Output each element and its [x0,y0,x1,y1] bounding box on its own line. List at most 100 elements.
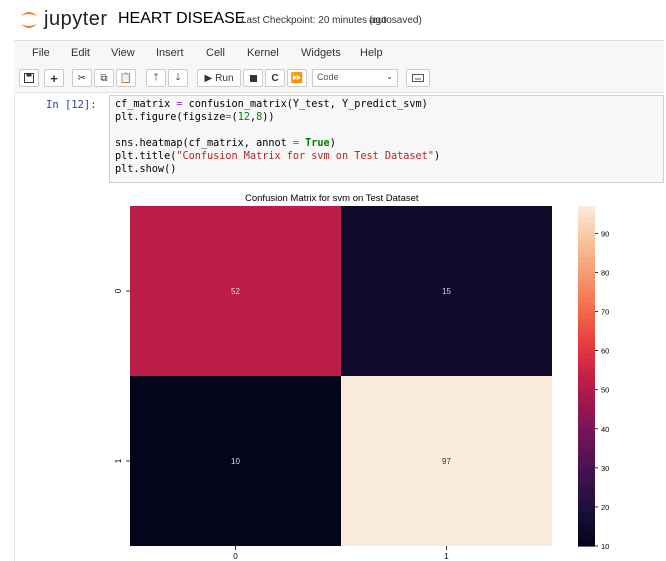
colorbar-segment [578,438,595,445]
colorbar-segment [578,223,595,230]
heatmap-value-label: 10 [231,457,240,466]
interrupt-button[interactable] [243,69,263,87]
colorbar-segment [578,517,595,524]
colorbar-segment [578,393,595,400]
colorbar-segment [578,336,595,343]
arrow-down-icon: 🡓 [175,71,181,83]
colorbar-tick-label: 70 [601,308,609,317]
x-tick-label: 0 [233,552,238,561]
colorbar-segment [578,217,595,224]
colorbar-segment [578,285,595,292]
colorbar-segment [578,296,595,303]
cell-type-select[interactable]: Code ⌄ [312,69,398,87]
colorbar-segment [578,245,595,252]
colorbar-segment [578,376,595,383]
colorbar-tick-label: 40 [601,425,609,434]
menu-file[interactable]: File [32,47,50,59]
colorbar-segment [578,251,595,258]
scissors-icon: ✂ [77,72,87,84]
colorbar-tick-label: 30 [601,464,609,473]
menu-insert[interactable]: Insert [156,47,184,59]
keyboard-icon [412,74,424,82]
colorbar-segment [578,206,595,213]
insert-cell-button[interactable]: + [44,69,64,87]
colorbar-segment [578,427,595,434]
copy-icon: ⧉ [100,72,108,84]
colorbar-tick-label: 10 [601,542,609,551]
menu-cell[interactable]: Cell [206,47,225,59]
heatmap-value-label: 15 [442,287,451,296]
colorbar-segment [578,534,595,541]
colorbar-segment [578,359,595,366]
code-cell-input[interactable]: cf_matrix = confusion_matrix(Y_test, Y_p… [109,95,664,183]
colorbar-segment [578,483,595,490]
notebook-name[interactable]: HEART DISEASE [118,10,245,28]
play-icon: ▶ [204,72,213,84]
menu-widgets[interactable]: Widgets [301,47,341,59]
colorbar-segment [578,410,595,417]
colorbar-segment [578,421,595,428]
colorbar-segment [578,472,595,479]
fast-forward-icon: ⏩ [290,72,304,84]
cell-type-value: Code [317,72,339,82]
menu-kernel[interactable]: Kernel [247,47,279,59]
heatmap-cell [130,376,341,546]
colorbar-segment [578,257,595,264]
colorbar-segment [578,279,595,286]
logo-text[interactable]: jupyter [44,8,108,31]
cut-button[interactable]: ✂ [72,69,92,87]
colorbar-segment [578,347,595,354]
menu-edit[interactable]: Edit [71,47,90,59]
heatmap-cell [130,206,341,376]
command-palette-button[interactable] [406,69,430,87]
save-button[interactable] [19,69,39,87]
colorbar-tick-label: 50 [601,386,609,395]
menu-bar: File Edit View Insert Cell Kernel Widget… [14,40,664,68]
colorbar-segment [578,302,595,309]
x-tick-label: 1 [444,552,449,561]
code-line-2: plt.figure(figsize=(12,8)) [115,112,275,123]
colorbar-segment [578,466,595,473]
restart-button[interactable]: C [265,69,285,87]
code-line-3: sns.heatmap(cf_matrix, annot = True) [115,138,336,149]
restart-run-all-button[interactable]: ⏩ [287,69,307,87]
paste-icon: 📋 [119,72,133,84]
copy-button[interactable]: ⧉ [94,69,114,87]
cell-gutter-line [14,92,15,561]
run-label: Run [215,72,234,84]
colorbar-segment [578,404,595,411]
paste-button[interactable]: 📋 [116,69,136,87]
colorbar-segment [578,228,595,235]
colorbar-segment [578,444,595,451]
colorbar-segment [578,291,595,298]
menu-help[interactable]: Help [360,47,383,59]
colorbar-segment [578,308,595,315]
jupyter-logo-icon [21,12,37,28]
move-up-button[interactable]: 🡑 [146,69,166,87]
colorbar-segment [578,540,595,547]
restart-icon: C [271,72,279,84]
colorbar-segment [578,211,595,218]
colorbar-segment [578,506,595,513]
colorbar-tick-label: 80 [601,268,609,277]
notebook-header: jupyter HEART DISEASE Last Checkpoint: 2… [0,0,666,38]
colorbar-segment [578,455,595,462]
colorbar-segment [578,512,595,519]
colorbar-segment [578,370,595,377]
heatmap-cell [341,376,552,546]
toolbar: + ✂ ⧉ 📋 🡑 🡓 ▶ Run C ⏩ Code ⌄ [14,66,664,93]
colorbar-tick-label: 90 [601,229,609,238]
save-icon [24,73,34,83]
colorbar-segment [578,461,595,468]
run-button[interactable]: ▶ Run [197,69,241,87]
menu-view[interactable]: View [111,47,135,59]
cell-prompt: In [12]: [46,99,97,111]
move-down-button[interactable]: 🡓 [168,69,188,87]
colorbar-segment [578,449,595,456]
colorbar-segment [578,415,595,422]
colorbar-segment [578,500,595,507]
colorbar-segment [578,523,595,530]
colorbar-segment [578,529,595,536]
colorbar-segment [578,274,595,281]
checkpoint-status: Last Checkpoint: 20 minutes ago [241,15,387,26]
